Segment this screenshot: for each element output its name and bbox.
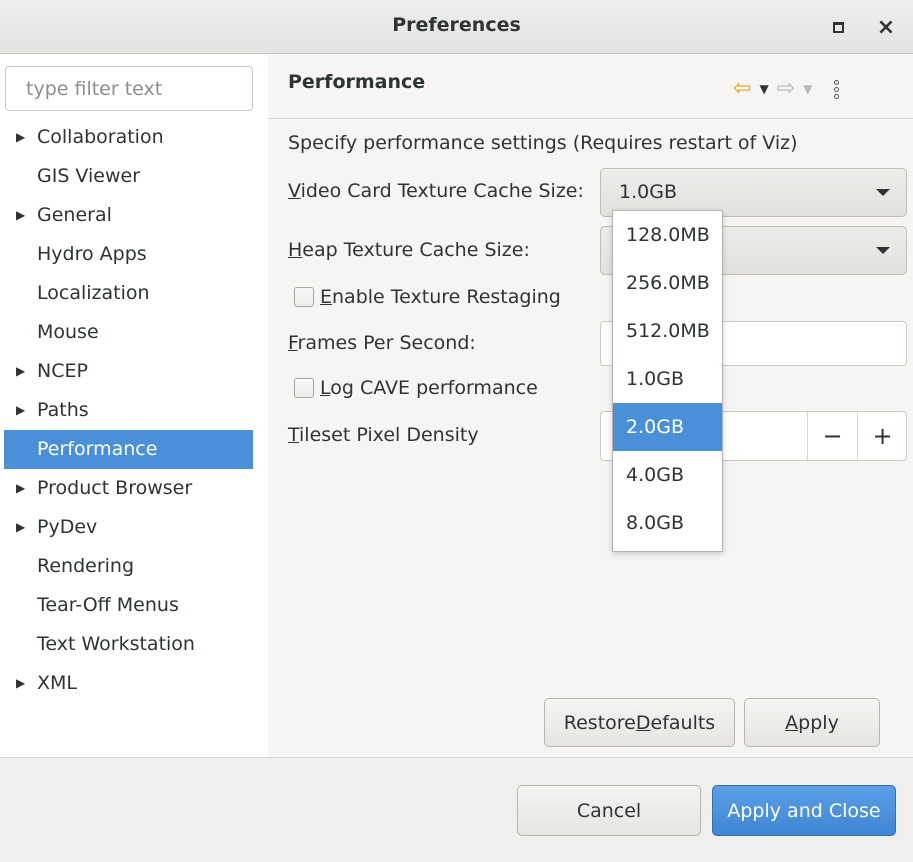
enable-restaging-checkbox[interactable]	[294, 287, 314, 307]
back-menu-chevron-down-icon[interactable]: ▼	[759, 82, 768, 96]
expand-arrow-icon[interactable]: ▶	[16, 118, 26, 157]
dropdown-option[interactable]: 8.0GB	[613, 499, 722, 547]
tree-item-label: Mouse	[37, 321, 99, 343]
tree-item-xml[interactable]: ▶ XML	[0, 664, 268, 703]
tree-item-label: XML	[37, 672, 77, 694]
filter-input[interactable]	[5, 66, 253, 111]
maximize-button[interactable]	[828, 17, 848, 37]
tree-item-label: General	[37, 204, 112, 226]
dropdown-option[interactable]: 512.0MB	[613, 307, 722, 355]
tree-item-label: Product Browser	[37, 477, 193, 499]
tree-item-label: Rendering	[37, 555, 135, 577]
page-description: Specify performance settings (Requires r…	[288, 132, 798, 154]
tree-item-paths[interactable]: ▶ Paths	[0, 391, 268, 430]
restore-defaults-button[interactable]: Restore Defaults	[544, 698, 735, 747]
tree-item-general[interactable]: ▶ General	[0, 196, 268, 235]
view-menu-icon[interactable]	[832, 79, 840, 99]
video-card-cache-value: 1.0GB	[619, 181, 677, 203]
chevron-down-icon	[876, 247, 890, 254]
chevron-down-icon	[876, 189, 890, 196]
log-cave-label: Log CAVE performance	[320, 377, 538, 399]
expand-arrow-icon[interactable]: ▶	[16, 391, 26, 430]
tree-item-localization[interactable]: Localization	[0, 274, 268, 313]
tree-item-gis-viewer[interactable]: GIS Viewer	[0, 157, 268, 196]
maximize-icon	[832, 21, 844, 33]
expand-arrow-icon[interactable]: ▶	[16, 508, 26, 547]
tree-item-product-browser[interactable]: ▶ Product Browser	[0, 469, 268, 508]
history-nav: ⇦ ▼ ⇨ ▼	[733, 75, 840, 103]
tree-item-label: Performance	[37, 438, 158, 460]
tree-item-ncep[interactable]: ▶ NCEP	[0, 352, 268, 391]
page-title: Performance	[288, 71, 426, 93]
log-cave-checkbox-row[interactable]: Log CAVE performance	[294, 377, 538, 399]
tree-item-text-workstation[interactable]: Text Workstation	[0, 625, 268, 664]
tree-item-label: Text Workstation	[37, 633, 195, 655]
tree-item-label: Paths	[37, 399, 89, 421]
expand-arrow-icon[interactable]: ▶	[16, 196, 26, 235]
tree-item-label: Collaboration	[37, 126, 164, 148]
dropdown-option[interactable]: 4.0GB	[613, 451, 722, 499]
dropdown-option[interactable]: 128.0MB	[613, 211, 722, 259]
apply-and-close-button[interactable]: Apply and Close	[712, 785, 896, 836]
tree-item-label: Tear-Off Menus	[37, 594, 179, 616]
apply-button[interactable]: Apply	[744, 698, 880, 747]
tileset-density-label: Tileset Pixel Density	[288, 424, 479, 446]
tree-item-collaboration[interactable]: ▶ Collaboration	[0, 118, 268, 157]
tree-item-tear-off-menus[interactable]: Tear-Off Menus	[0, 586, 268, 625]
video-card-cache-label: Video Card Texture Cache Size:	[288, 180, 584, 202]
expand-arrow-icon[interactable]: ▶	[16, 352, 26, 391]
tree-item-label: GIS Viewer	[37, 165, 141, 187]
cache-size-dropdown-list: 128.0MB 256.0MB 512.0MB 1.0GB 2.0GB 4.0G…	[612, 210, 723, 552]
log-cave-checkbox[interactable]	[294, 378, 314, 398]
tree-item-label: NCEP	[37, 360, 88, 382]
close-icon: ×	[876, 14, 896, 40]
expand-arrow-icon[interactable]: ▶	[16, 469, 26, 508]
close-button[interactable]: ×	[876, 14, 896, 40]
expand-arrow-icon[interactable]: ▶	[16, 664, 26, 703]
preferences-sidebar: ▶ Collaboration GIS Viewer ▶ General Hyd…	[0, 55, 268, 757]
dropdown-option[interactable]: 1.0GB	[613, 355, 722, 403]
heap-cache-label: Heap Texture Cache Size:	[288, 239, 530, 261]
fps-label: Frames Per Second:	[288, 332, 476, 354]
cancel-button[interactable]: Cancel	[517, 785, 701, 836]
tree-item-label: PyDev	[37, 516, 98, 538]
decrement-button[interactable]: −	[807, 412, 857, 460]
tree-item-rendering[interactable]: Rendering	[0, 547, 268, 586]
forward-menu-chevron-down-icon[interactable]: ▼	[803, 82, 812, 96]
dropdown-option-highlighted[interactable]: 2.0GB	[613, 403, 722, 451]
dropdown-option[interactable]: 256.0MB	[613, 259, 722, 307]
title-bar: Preferences ×	[0, 0, 913, 54]
back-arrow-icon[interactable]: ⇦	[733, 78, 751, 100]
increment-button[interactable]: +	[857, 412, 907, 460]
window-title: Preferences	[392, 14, 521, 36]
tree-item-performance[interactable]: Performance	[4, 430, 253, 469]
preference-page: Performance ⇦ ▼ ⇨ ▼ Specify performance …	[268, 55, 913, 757]
tree-item-mouse[interactable]: Mouse	[0, 313, 268, 352]
preferences-tree: ▶ Collaboration GIS Viewer ▶ General Hyd…	[0, 118, 268, 703]
enable-restaging-label: Enable Texture Restaging	[320, 286, 561, 308]
tree-item-pydev[interactable]: ▶ PyDev	[0, 508, 268, 547]
tree-item-hydro-apps[interactable]: Hydro Apps	[0, 235, 268, 274]
tree-item-label: Localization	[37, 282, 150, 304]
page-header: Performance ⇦ ▼ ⇨ ▼	[268, 55, 913, 119]
forward-arrow-icon[interactable]: ⇨	[777, 78, 795, 100]
dialog-button-bar: Cancel Apply and Close	[0, 757, 913, 862]
enable-restaging-checkbox-row[interactable]: Enable Texture Restaging	[294, 286, 561, 308]
tree-item-label: Hydro Apps	[37, 243, 147, 265]
